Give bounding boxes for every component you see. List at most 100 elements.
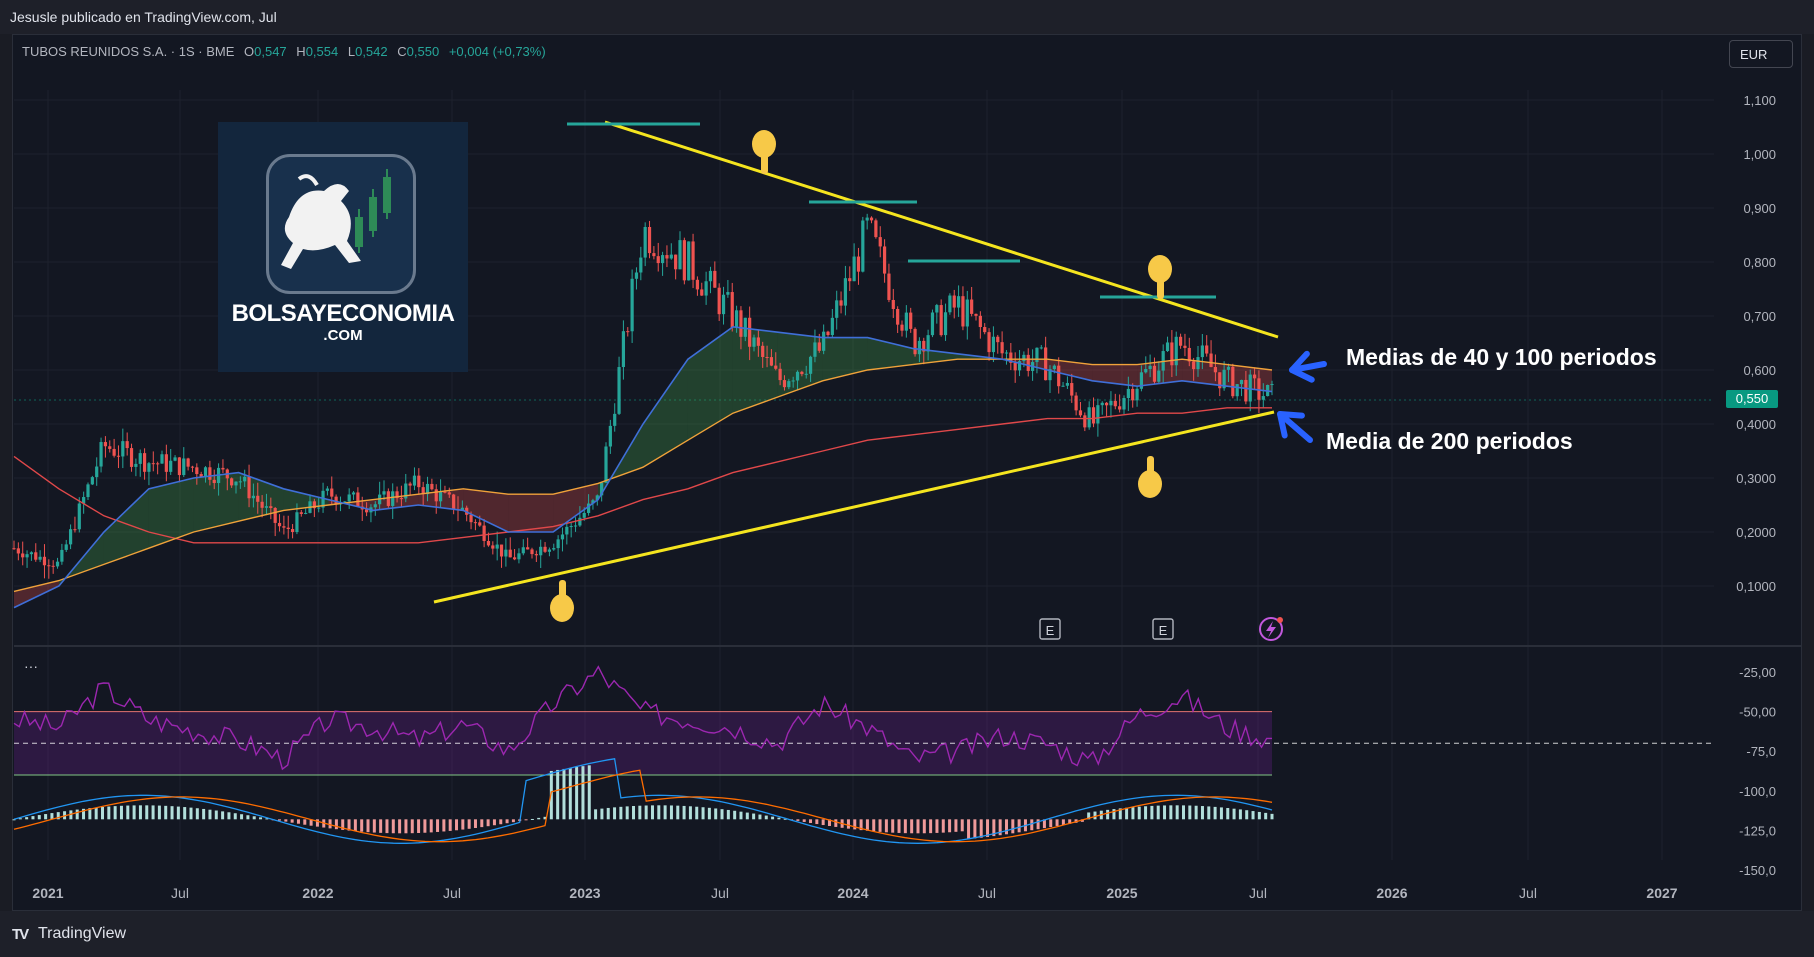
candle-body xyxy=(42,556,47,566)
candle-body xyxy=(230,478,234,486)
macd-bar xyxy=(423,819,427,833)
candle-body xyxy=(186,458,190,467)
macd-bar xyxy=(436,819,440,832)
candle-body xyxy=(987,332,991,353)
candle-body xyxy=(904,312,908,331)
indicator-menu-button[interactable]: ··· xyxy=(24,658,38,674)
candle-body xyxy=(356,492,360,507)
candle-body xyxy=(103,442,108,447)
tradingview-brand[interactable]: TradingView xyxy=(38,925,126,943)
candle-body xyxy=(1052,365,1056,370)
earnings-event-marker: E xyxy=(1039,618,1061,640)
lightning-bolt xyxy=(1266,621,1276,638)
macd-bar xyxy=(233,813,237,820)
candle-body xyxy=(125,441,129,449)
candle-body xyxy=(177,457,182,476)
oscillator-tick-label: -75,0 xyxy=(1746,744,1776,759)
macd-bar xyxy=(113,806,117,820)
candle-body xyxy=(691,241,695,280)
candle-body xyxy=(382,491,386,495)
macd-bar xyxy=(195,808,199,820)
macd-bar xyxy=(884,819,888,833)
macd-bar xyxy=(802,819,806,822)
event-label: E xyxy=(1046,623,1055,638)
macd-bar xyxy=(1017,819,1021,833)
candle-body xyxy=(900,324,904,331)
candle-body xyxy=(678,240,682,270)
macd-bar xyxy=(979,819,983,838)
candle-body xyxy=(965,299,969,327)
candle-body xyxy=(512,557,517,560)
candle-body xyxy=(55,561,60,567)
candle-body xyxy=(991,336,996,353)
macd-bar xyxy=(366,819,370,833)
candle-body xyxy=(604,446,608,483)
candle-body xyxy=(1035,347,1039,363)
tradingview-logo-icon[interactable]: TV xyxy=(12,926,29,943)
candle-body xyxy=(173,457,177,461)
price-tick-label: 1,100 xyxy=(1743,93,1776,108)
candle-body xyxy=(491,545,495,549)
macd-bar xyxy=(290,819,294,823)
macd-bar xyxy=(846,819,850,829)
candle-body xyxy=(939,305,943,336)
macd-bar xyxy=(511,819,515,823)
candle-body xyxy=(943,312,948,336)
candle-body xyxy=(708,270,713,282)
macd-bar xyxy=(1156,805,1160,820)
candle-body xyxy=(295,512,299,533)
candle-body xyxy=(660,255,665,264)
candle-body xyxy=(517,553,521,560)
candle-body xyxy=(569,526,573,528)
candle-body xyxy=(778,368,782,381)
candle-body xyxy=(704,281,708,296)
candle-body xyxy=(347,494,351,502)
candle-body xyxy=(1126,388,1130,399)
macd-bar xyxy=(353,819,357,832)
macd-bar xyxy=(1011,819,1015,834)
pointing-hand-down-icon xyxy=(1148,255,1172,299)
macd-bar xyxy=(1238,809,1242,820)
macd-bar xyxy=(594,809,598,820)
macd-bar xyxy=(720,809,724,820)
candle-body xyxy=(795,371,800,381)
signal-line xyxy=(13,769,1273,843)
candle-body xyxy=(129,448,134,467)
symbol-name: TUBOS REUNIDOS S.A. · 1S · BME xyxy=(22,44,235,59)
macd-bar xyxy=(183,807,187,820)
macd-bar xyxy=(157,805,161,820)
candle-body xyxy=(247,476,251,499)
time-axis[interactable]: 2021 Jul 2022 Jul 2023 Jul 2024 Jul 2025 Jul 2026 J… xyxy=(32,885,1677,901)
candle-body xyxy=(882,246,887,274)
macd-bar xyxy=(101,806,105,820)
candle-body xyxy=(391,491,395,506)
macd-bar xyxy=(1163,805,1167,820)
macd-bar xyxy=(296,819,300,824)
macd-bar xyxy=(138,805,142,820)
candle-body xyxy=(1248,374,1252,402)
macd-bar xyxy=(1251,811,1255,820)
macd-bar xyxy=(1125,807,1129,820)
candle-body xyxy=(1057,365,1061,387)
price-axis[interactable]: 1,100 1,000 0,900 0,800 0,700 0,600 0,4000 0,30… xyxy=(1736,93,1776,594)
candle-body xyxy=(330,488,334,497)
candle-body xyxy=(169,460,173,472)
macd-bar xyxy=(442,819,446,832)
candle-body xyxy=(782,380,787,388)
macd-bar xyxy=(632,806,636,820)
macd-bar xyxy=(145,805,149,820)
macd-bar xyxy=(954,819,958,832)
macd-bar xyxy=(929,819,933,834)
symbol-legend[interactable]: TUBOS REUNIDOS S.A. · 1S · BME O0,547 H0… xyxy=(22,44,546,59)
candle-body xyxy=(112,448,116,456)
candle-body xyxy=(430,483,434,490)
macd-bar xyxy=(278,819,282,821)
candle-body xyxy=(634,272,639,279)
macd-bar xyxy=(473,819,477,828)
oscillator-axis[interactable]: -25,00 -50,00 -75,0 -100,0 -125,0 -150,0 xyxy=(1739,665,1776,878)
candle-body xyxy=(1148,365,1152,370)
candle-body xyxy=(961,296,965,327)
price-tick-label: 0,1000 xyxy=(1736,579,1776,594)
currency-button[interactable]: EUR xyxy=(1729,40,1793,68)
macd-bar xyxy=(170,806,174,820)
